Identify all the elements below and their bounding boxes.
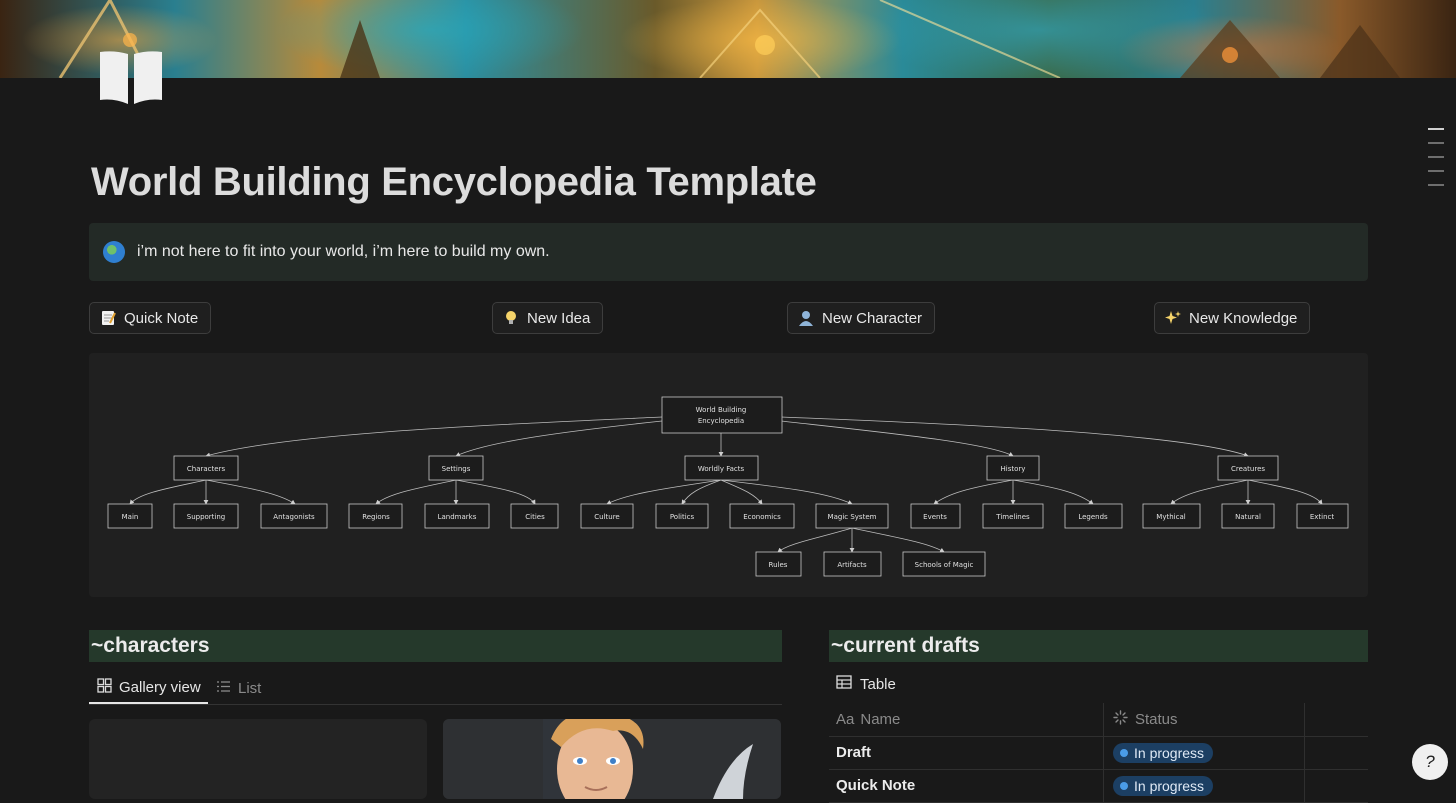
diagram-svg: World Building Encyclopedia Characters S… xyxy=(107,396,1349,577)
new-character-label: New Character xyxy=(822,309,923,327)
light-bulb-icon xyxy=(503,310,519,326)
person-icon xyxy=(798,310,814,326)
table-view-label: Table xyxy=(860,675,896,693)
diagram-node: Extinct xyxy=(1310,513,1335,521)
diagram-node: Characters xyxy=(187,465,226,473)
row-name[interactable]: Draft xyxy=(836,736,871,769)
table-row[interactable]: Draft In progress xyxy=(829,736,1368,770)
tab-list[interactable]: List xyxy=(216,672,261,704)
tab-gallery-view[interactable]: Gallery view xyxy=(89,672,208,704)
new-knowledge-button[interactable]: New Knowledge xyxy=(1154,302,1311,334)
diagram-node: Schools of Magic xyxy=(915,561,974,569)
diagram-root-line-2: Encyclopedia xyxy=(698,417,744,425)
diagram-node: Natural xyxy=(1235,513,1261,521)
quick-note-button[interactable]: Quick Note xyxy=(89,302,212,334)
diagram-node: Worldly Facts xyxy=(698,465,745,473)
gallery-card-character-portrait[interactable] xyxy=(443,719,781,799)
new-idea-button[interactable]: New Idea xyxy=(492,302,604,334)
help-icon: ? xyxy=(1425,752,1435,771)
diagram-node: Culture xyxy=(594,513,619,521)
gallery-card[interactable] xyxy=(89,719,427,799)
callout-text: i’m not here to fit into your world, i’m… xyxy=(137,243,550,260)
list-icon xyxy=(216,679,231,698)
diagram-node: Supporting xyxy=(187,513,226,521)
column-header-status[interactable]: Status xyxy=(1113,703,1178,736)
row-name[interactable]: Quick Note xyxy=(836,769,915,802)
encyclopedia-diagram: World Building Encyclopedia Characters S… xyxy=(89,353,1368,597)
cover-map-decoration xyxy=(58,0,1400,78)
status-property-icon xyxy=(1113,710,1128,729)
globe-emoji-icon xyxy=(103,241,125,263)
status-dot xyxy=(1120,748,1128,757)
page-title: World Building Encyclopedia Template xyxy=(91,160,817,204)
diagram-root-line-1: World Building xyxy=(696,406,747,414)
row-status[interactable]: In progress xyxy=(1113,769,1214,802)
diagram-node: Regions xyxy=(362,513,390,521)
table-row[interactable]: Quick Note In progress xyxy=(829,769,1368,803)
table-icon xyxy=(836,675,852,693)
new-knowledge-label: New Knowledge xyxy=(1189,309,1298,327)
diagram-node: Artifacts xyxy=(837,561,867,569)
diagram-node: Mythical xyxy=(1156,513,1185,521)
row-status[interactable]: In progress xyxy=(1113,736,1214,769)
diagram-node: History xyxy=(1001,465,1026,473)
column-header-name[interactable]: Aa Name xyxy=(836,703,900,736)
status-badge: In progress xyxy=(1113,742,1214,763)
table-header-row: Aa Name Status xyxy=(829,703,1368,737)
diagram-node: Legends xyxy=(1078,513,1108,521)
tab-table-view[interactable]: Table xyxy=(836,672,896,696)
characters-view-tabs: Gallery view List xyxy=(89,672,782,705)
book-page-icon[interactable] xyxy=(98,50,164,106)
sparkles-icon xyxy=(1165,310,1181,326)
diagram-node: Main xyxy=(122,513,139,521)
characters-heading: ~characters xyxy=(89,630,782,662)
text-property-icon: Aa xyxy=(836,711,855,728)
tab-list-label: List xyxy=(238,679,262,697)
page-cover-image xyxy=(0,0,1456,78)
help-button[interactable]: ? xyxy=(1412,744,1448,780)
tab-gallery-label: Gallery view xyxy=(119,678,201,696)
status-badge-label: In progress xyxy=(1134,777,1205,794)
diagram-node: Creatures xyxy=(1231,465,1265,473)
diagram-node: Antagonists xyxy=(273,513,315,521)
diagram-node: Events xyxy=(923,513,947,521)
status-dot xyxy=(1120,781,1128,790)
diagram-node: Timelines xyxy=(995,513,1030,521)
character-portrait-image xyxy=(443,719,781,799)
column-header-name-label: Name xyxy=(860,711,901,728)
diagram-node: Politics xyxy=(670,513,695,521)
gallery-icon xyxy=(97,677,112,697)
diagram-node: Magic System xyxy=(828,513,877,521)
column-header-status-label: Status xyxy=(1135,711,1178,728)
quick-note-label: Quick Note xyxy=(124,309,199,327)
new-idea-label: New Idea xyxy=(527,309,591,327)
diagram-node: Settings xyxy=(442,465,471,473)
diagram-node: Rules xyxy=(769,561,788,569)
quote-callout: i’m not here to fit into your world, i’m… xyxy=(89,223,1368,281)
status-badge-label: In progress xyxy=(1134,744,1205,761)
diagram-node: Landmarks xyxy=(438,513,477,521)
diagram-node: Cities xyxy=(525,513,545,521)
memo-icon xyxy=(100,310,116,326)
current-drafts-heading: ~current drafts xyxy=(829,630,1368,662)
new-character-button[interactable]: New Character xyxy=(787,302,936,334)
table-of-contents-rail[interactable] xyxy=(1428,128,1444,198)
diagram-node: Economics xyxy=(743,513,781,521)
